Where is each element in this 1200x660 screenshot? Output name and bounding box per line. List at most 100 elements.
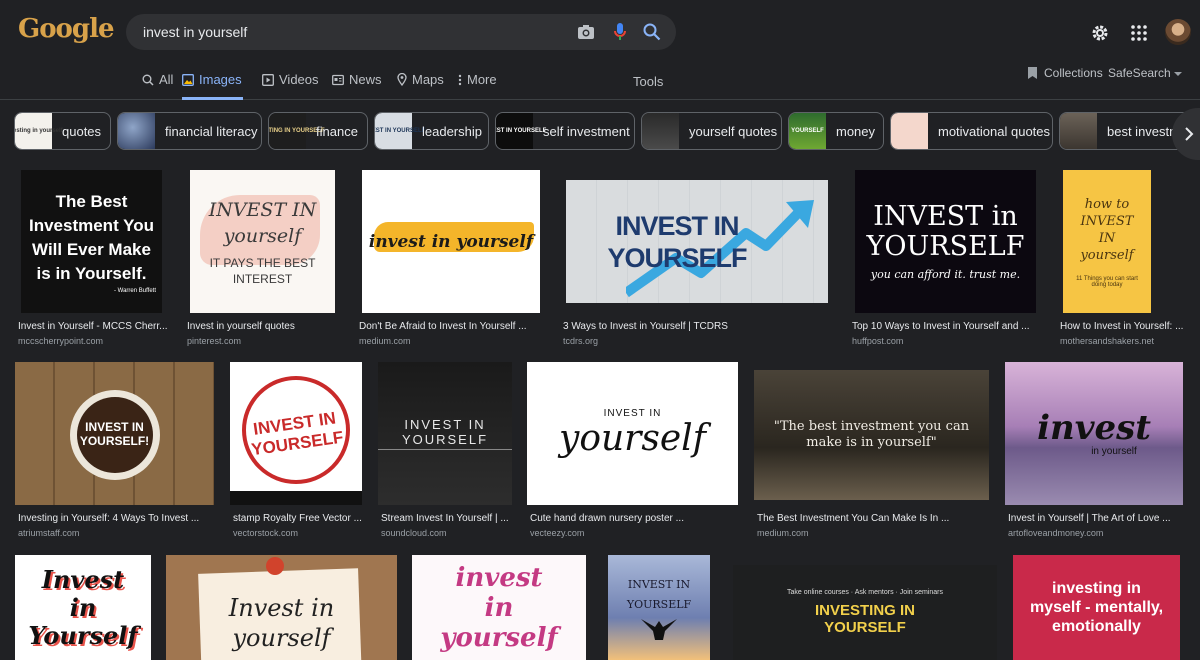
result-title[interactable]: stamp Royalty Free Vector ... — [233, 513, 363, 524]
result-thumbnail: INVEST IN YOURSELF — [566, 180, 828, 303]
tab-videos[interactable]: Videos — [262, 72, 322, 100]
result-thumbnail: how to INVEST IN yourself 11 Things you … — [1063, 170, 1151, 313]
result-thumbnail: INVEST IN yourself — [527, 362, 738, 505]
thumbnail-text: investing in myself - mentally, emotiona… — [1029, 580, 1164, 635]
tab-label: News — [349, 72, 382, 87]
chevron-right-icon — [1185, 127, 1194, 141]
chip-money[interactable]: YOURSELF money — [788, 112, 884, 150]
result-thumbnail: INVEST IN yourself IT PAYS THE BEST INTE… — [190, 170, 335, 313]
thumbnail-text: INVEST IN YOURSELF! — [79, 419, 150, 448]
chip-label: leadership — [422, 123, 482, 139]
result-thumbnail: INVEST IN YOURSELF — [378, 362, 512, 505]
thumbnail-subtext: yourself — [558, 418, 707, 459]
result-title[interactable]: Invest in Yourself - MCCS Cherr... — [18, 321, 168, 332]
safesearch-label: SafeSearch — [1108, 66, 1171, 80]
chip-thumbnail: INVEST IN YOURSELF — [496, 113, 546, 149]
thumbnail-text: INVEST IN YOURSELF — [378, 417, 512, 450]
search-input[interactable] — [143, 22, 563, 42]
thumbnail-text: invest in yourself — [368, 231, 534, 252]
search-icon — [142, 74, 154, 86]
chip-label: motivational quotes — [938, 123, 1051, 139]
result-thumbnail: INVEST IN YOURSELF! — [15, 362, 214, 505]
result-title[interactable]: Invest in yourself quotes — [187, 321, 347, 332]
bookmark-icon — [1028, 67, 1037, 79]
tab-images[interactable]: Images — [182, 72, 243, 100]
thumbnail-subtext: in yourself — [1091, 446, 1137, 457]
result-title[interactable]: Stream Invest In Yourself | ... — [381, 513, 515, 524]
thumbnail-text: The Best Investment You Will Ever Make i… — [28, 191, 154, 283]
chip-label: money — [836, 123, 876, 139]
thumbnail-text: Invest in yourself — [228, 593, 335, 652]
gear-icon[interactable] — [1090, 23, 1110, 48]
tools-button[interactable]: Tools — [633, 74, 663, 89]
chevron-down-icon — [1174, 72, 1183, 76]
result-source: vectorstock.com — [233, 528, 299, 538]
result-source: medium.com — [359, 336, 411, 346]
chip-thumbnail: INVESTING IN YOURSELF — [269, 113, 325, 149]
tab-news[interactable]: News — [332, 72, 382, 100]
google-logo[interactable]: Google — [18, 14, 114, 44]
chip-label: self investment — [543, 123, 630, 139]
chip-leadership[interactable]: INVEST IN YOURSELF leadership — [374, 112, 489, 150]
result-title[interactable]: Cute hand drawn nursery poster ... — [530, 513, 740, 524]
tab-maps[interactable]: Maps — [397, 72, 449, 100]
more-vertical-icon — [458, 74, 462, 86]
result-title[interactable]: How to Invest in Yourself: ... — [1060, 321, 1190, 332]
thumbnail-text: how to INVEST IN yourself — [1080, 196, 1134, 263]
result-thumbnail: Invest in Yourself — [15, 555, 151, 660]
related-chips: investing in yourself quotes financial l… — [14, 112, 1200, 152]
image-icon — [182, 74, 194, 86]
thumbnail-subtext: Take online courses · Ask mentors · Join… — [786, 589, 943, 596]
result-thumbnail: Take online courses · Ask mentors · Join… — [733, 565, 997, 660]
chip-thumbnail — [642, 113, 679, 149]
camera-icon[interactable] — [577, 24, 595, 45]
chip-finance[interactable]: INVESTING IN YOURSELF finance — [268, 112, 368, 150]
thumbnail-text: INVEST IN YOURSELF — [626, 578, 692, 611]
chip-thumbnail: INVEST IN YOURSELF — [375, 113, 425, 149]
thumbnail-text: Invest in Yourself — [28, 564, 138, 650]
chip-quotes[interactable]: investing in yourself quotes — [14, 112, 111, 150]
result-title[interactable]: Investing in Yourself: 4 Ways To Invest … — [18, 513, 218, 524]
chip-thumbnail: YOURSELF — [789, 113, 826, 149]
chip-thumbnail — [891, 113, 928, 149]
result-title[interactable]: Invest in Yourself | The Art of Love ... — [1008, 513, 1186, 524]
chip-self-investment[interactable]: INVEST IN YOURSELF self investment — [495, 112, 635, 150]
result-source: huffpost.com — [852, 336, 904, 346]
thumbnail-text: INVEST in YOURSELF — [866, 201, 1025, 262]
result-source: medium.com — [757, 528, 809, 538]
result-thumbnail: INVEST IN YOURSELF — [608, 555, 710, 660]
result-title[interactable]: Top 10 Ways to Invest in Yourself and ..… — [852, 321, 1042, 332]
result-thumbnail: invest in yourself — [362, 170, 540, 313]
result-source: mccscherrypoint.com — [18, 336, 104, 346]
collections-button[interactable]: Collections — [1027, 66, 1103, 80]
thumbnail-subtext: - Warren Buffett — [113, 287, 156, 294]
chip-financial-literacy[interactable]: financial literacy — [117, 112, 262, 150]
thumbnail-text: invest — [1037, 408, 1151, 448]
thumbnail-subtext: 11 Things you can start doing today — [1076, 275, 1138, 288]
apps-grid-icon[interactable] — [1131, 25, 1147, 46]
avatar[interactable] — [1165, 19, 1191, 45]
result-source: pinterest.com — [187, 336, 242, 346]
result-source: vecteezy.com — [530, 528, 585, 538]
result-thumbnail: The Best Investment You Will Ever Make i… — [21, 170, 162, 313]
collections-label: Collections — [1044, 66, 1103, 80]
mic-icon[interactable] — [613, 22, 627, 47]
tab-all[interactable]: All — [142, 72, 176, 100]
result-thumbnail: INVEST IN YOURSELF — [230, 362, 362, 505]
result-title[interactable]: Don't Be Afraid to Invest In Yourself ..… — [359, 321, 549, 332]
tab-more[interactable]: More — [458, 72, 503, 100]
result-title[interactable]: 3 Ways to Invest in Yourself | TCDRS — [563, 321, 763, 332]
chip-yourself-quotes[interactable]: yourself quotes — [641, 112, 782, 150]
chip-thumbnail: investing in yourself — [15, 113, 63, 149]
result-thumbnail: "The best investment you can make is in … — [754, 370, 989, 500]
result-title[interactable]: The Best Investment You Can Make Is In .… — [757, 513, 992, 524]
chip-motivational-quotes[interactable]: motivational quotes — [890, 112, 1053, 150]
tab-label: Videos — [279, 72, 319, 87]
result-thumbnail: invest in yourself — [412, 555, 586, 660]
tab-label: All — [159, 72, 174, 87]
search-icon[interactable] — [643, 23, 661, 46]
thumbnail-text: INVEST IN yourself — [208, 198, 317, 247]
result-thumbnail: investing in myself - mentally, emotiona… — [1013, 555, 1180, 660]
thumbnail-subtext: IT PAYS THE BEST INTEREST — [209, 255, 316, 286]
safesearch-menu[interactable]: SafeSearch — [1108, 66, 1183, 80]
